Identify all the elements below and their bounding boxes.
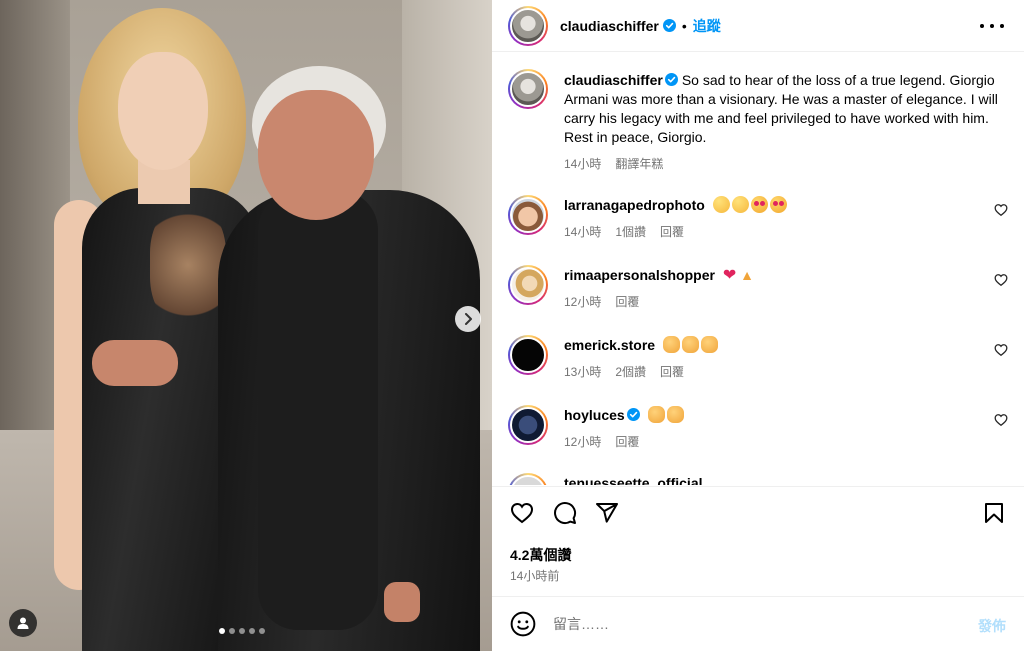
clapping-hands-emoji-icon [666, 406, 684, 423]
share-icon[interactable] [595, 501, 619, 525]
post-caption: claudiaschiffer So sad to hear of the los… [508, 69, 1008, 172]
comment-emojis [647, 406, 686, 423]
commenter-username[interactable]: hoyluces [564, 407, 625, 423]
comment-time: 12小時 [564, 295, 602, 309]
commenter-avatar[interactable] [508, 195, 548, 235]
caption-time: 14小時 [564, 157, 602, 171]
reply-button[interactable]: 回覆 [615, 293, 639, 310]
carousel-dot [249, 628, 255, 634]
comment-emojis: ❤ ▲ [722, 267, 754, 284]
commenter-avatar[interactable] [508, 473, 548, 485]
clapping-hands-emoji-icon [700, 336, 718, 353]
photo-man-hand [92, 340, 178, 386]
comment-time: 14小時 [564, 225, 602, 239]
red-heart-emoji-icon: ❤ [722, 267, 737, 284]
author-username[interactable]: claudiaschiffer [560, 18, 659, 34]
carousel-dot [219, 628, 225, 634]
comment-item: tenuesseette_official [508, 473, 1008, 485]
comment-time: 13小時 [564, 365, 602, 379]
more-options-icon [980, 24, 984, 28]
photo-woman-face [118, 52, 208, 170]
like-heart-icon[interactable] [994, 413, 1008, 427]
post-action-bar [492, 486, 1024, 538]
post-header: claudiaschiffer • 追蹤 [492, 0, 1024, 52]
author-avatar[interactable] [508, 5, 548, 46]
heart-eyes-emoji-icon [750, 196, 768, 213]
clapping-hands-emoji-icon [662, 336, 680, 353]
comment-item: rimaapersonalshopper ❤ ▲ 12小時 回覆 [508, 265, 1008, 310]
post-timestamp: 14小時前 [510, 569, 560, 583]
clapping-hands-emoji-icon [647, 406, 665, 423]
reply-button[interactable]: 回覆 [660, 223, 684, 240]
user-tag-icon [17, 617, 29, 629]
carousel-dot [259, 628, 265, 634]
like-heart-icon[interactable] [994, 343, 1008, 357]
comment-input[interactable] [553, 614, 953, 634]
commenter-username[interactable]: emerick.store [564, 337, 655, 353]
praying-hands-emoji-icon: ▲ [740, 267, 754, 283]
carousel-next-button[interactable] [455, 306, 481, 332]
commenter-avatar[interactable] [508, 405, 548, 445]
comment-meta: 13小時 2個讚 回覆 [564, 363, 1008, 380]
commenter-username[interactable]: tenuesseette_official [564, 475, 703, 485]
follow-button[interactable]: 追蹤 [693, 16, 721, 36]
verified-badge-icon [664, 73, 678, 86]
comment-time: 12小時 [564, 435, 602, 449]
commenter-username[interactable]: larranagapedrophoto [564, 197, 705, 213]
more-options-button[interactable] [980, 18, 1004, 34]
photo-man-hand-pocket [384, 582, 420, 622]
comment-like-count[interactable]: 2個讚 [615, 363, 646, 380]
comment-item: emerick.store 13小時 2個讚 回覆 [508, 335, 1008, 380]
like-count[interactable]: 4.2萬個讚 [510, 545, 571, 565]
comment-emojis [662, 336, 720, 353]
caption-author-avatar[interactable] [508, 69, 548, 109]
comment-like-count[interactable]: 1個讚 [615, 223, 646, 240]
photo-dress-lace [150, 205, 226, 325]
post-detail-panel: claudiaschiffer • 追蹤 claudiaschiffer So s… [492, 0, 1024, 651]
photo-man-face [258, 90, 374, 220]
commenter-username[interactable]: rimaapersonalshopper [564, 267, 715, 283]
reply-button[interactable]: 回覆 [615, 433, 639, 450]
reply-button[interactable]: 回覆 [660, 363, 684, 380]
save-bookmark-icon[interactable] [982, 501, 1006, 525]
commenter-avatar[interactable] [508, 265, 548, 305]
carousel-dot [239, 628, 245, 634]
post-photo[interactable] [0, 0, 492, 651]
verified-badge-icon [662, 19, 676, 32]
caption-meta: 14小時 翻譯年糕 [564, 155, 1008, 172]
comment-item: larranagapedrophoto 14小時 1個讚 回覆 [508, 195, 1008, 240]
like-heart-icon[interactable] [994, 203, 1008, 217]
heart-eyes-emoji-icon [769, 196, 787, 213]
commenter-avatar[interactable] [508, 335, 548, 375]
emoji-icon[interactable] [510, 611, 536, 637]
header-separator: • [681, 17, 687, 34]
sad-face-emoji-icon [712, 196, 730, 213]
clapping-hands-emoji-icon [681, 336, 699, 353]
comment-meta: 14小時 1個讚 回覆 [564, 223, 1008, 240]
comment-meta: 12小時 回覆 [564, 293, 1008, 310]
comment-emojis [712, 196, 789, 213]
like-heart-icon[interactable] [994, 273, 1008, 287]
sad-face-emoji-icon [731, 196, 749, 213]
tagged-users-button[interactable] [9, 609, 37, 637]
post-comment-button[interactable]: 發佈 [978, 616, 1006, 636]
photo-man-scarf [258, 190, 378, 630]
comment-item: hoyluces 12小時 回覆 [508, 405, 1008, 450]
comment-composer: 發佈 [492, 596, 1024, 651]
chevron-right-icon [465, 313, 472, 325]
carousel-dot [229, 628, 235, 634]
verified-badge-icon [626, 408, 640, 421]
like-heart-icon[interactable] [510, 501, 534, 525]
carousel-indicator [219, 628, 265, 634]
comment-icon[interactable] [553, 501, 577, 525]
comment-meta: 12小時 回覆 [564, 433, 1008, 450]
translate-button[interactable]: 翻譯年糕 [615, 155, 663, 172]
caption-author-username[interactable]: claudiaschiffer [564, 72, 663, 88]
comments-list[interactable]: claudiaschiffer So sad to hear of the los… [492, 53, 1024, 485]
